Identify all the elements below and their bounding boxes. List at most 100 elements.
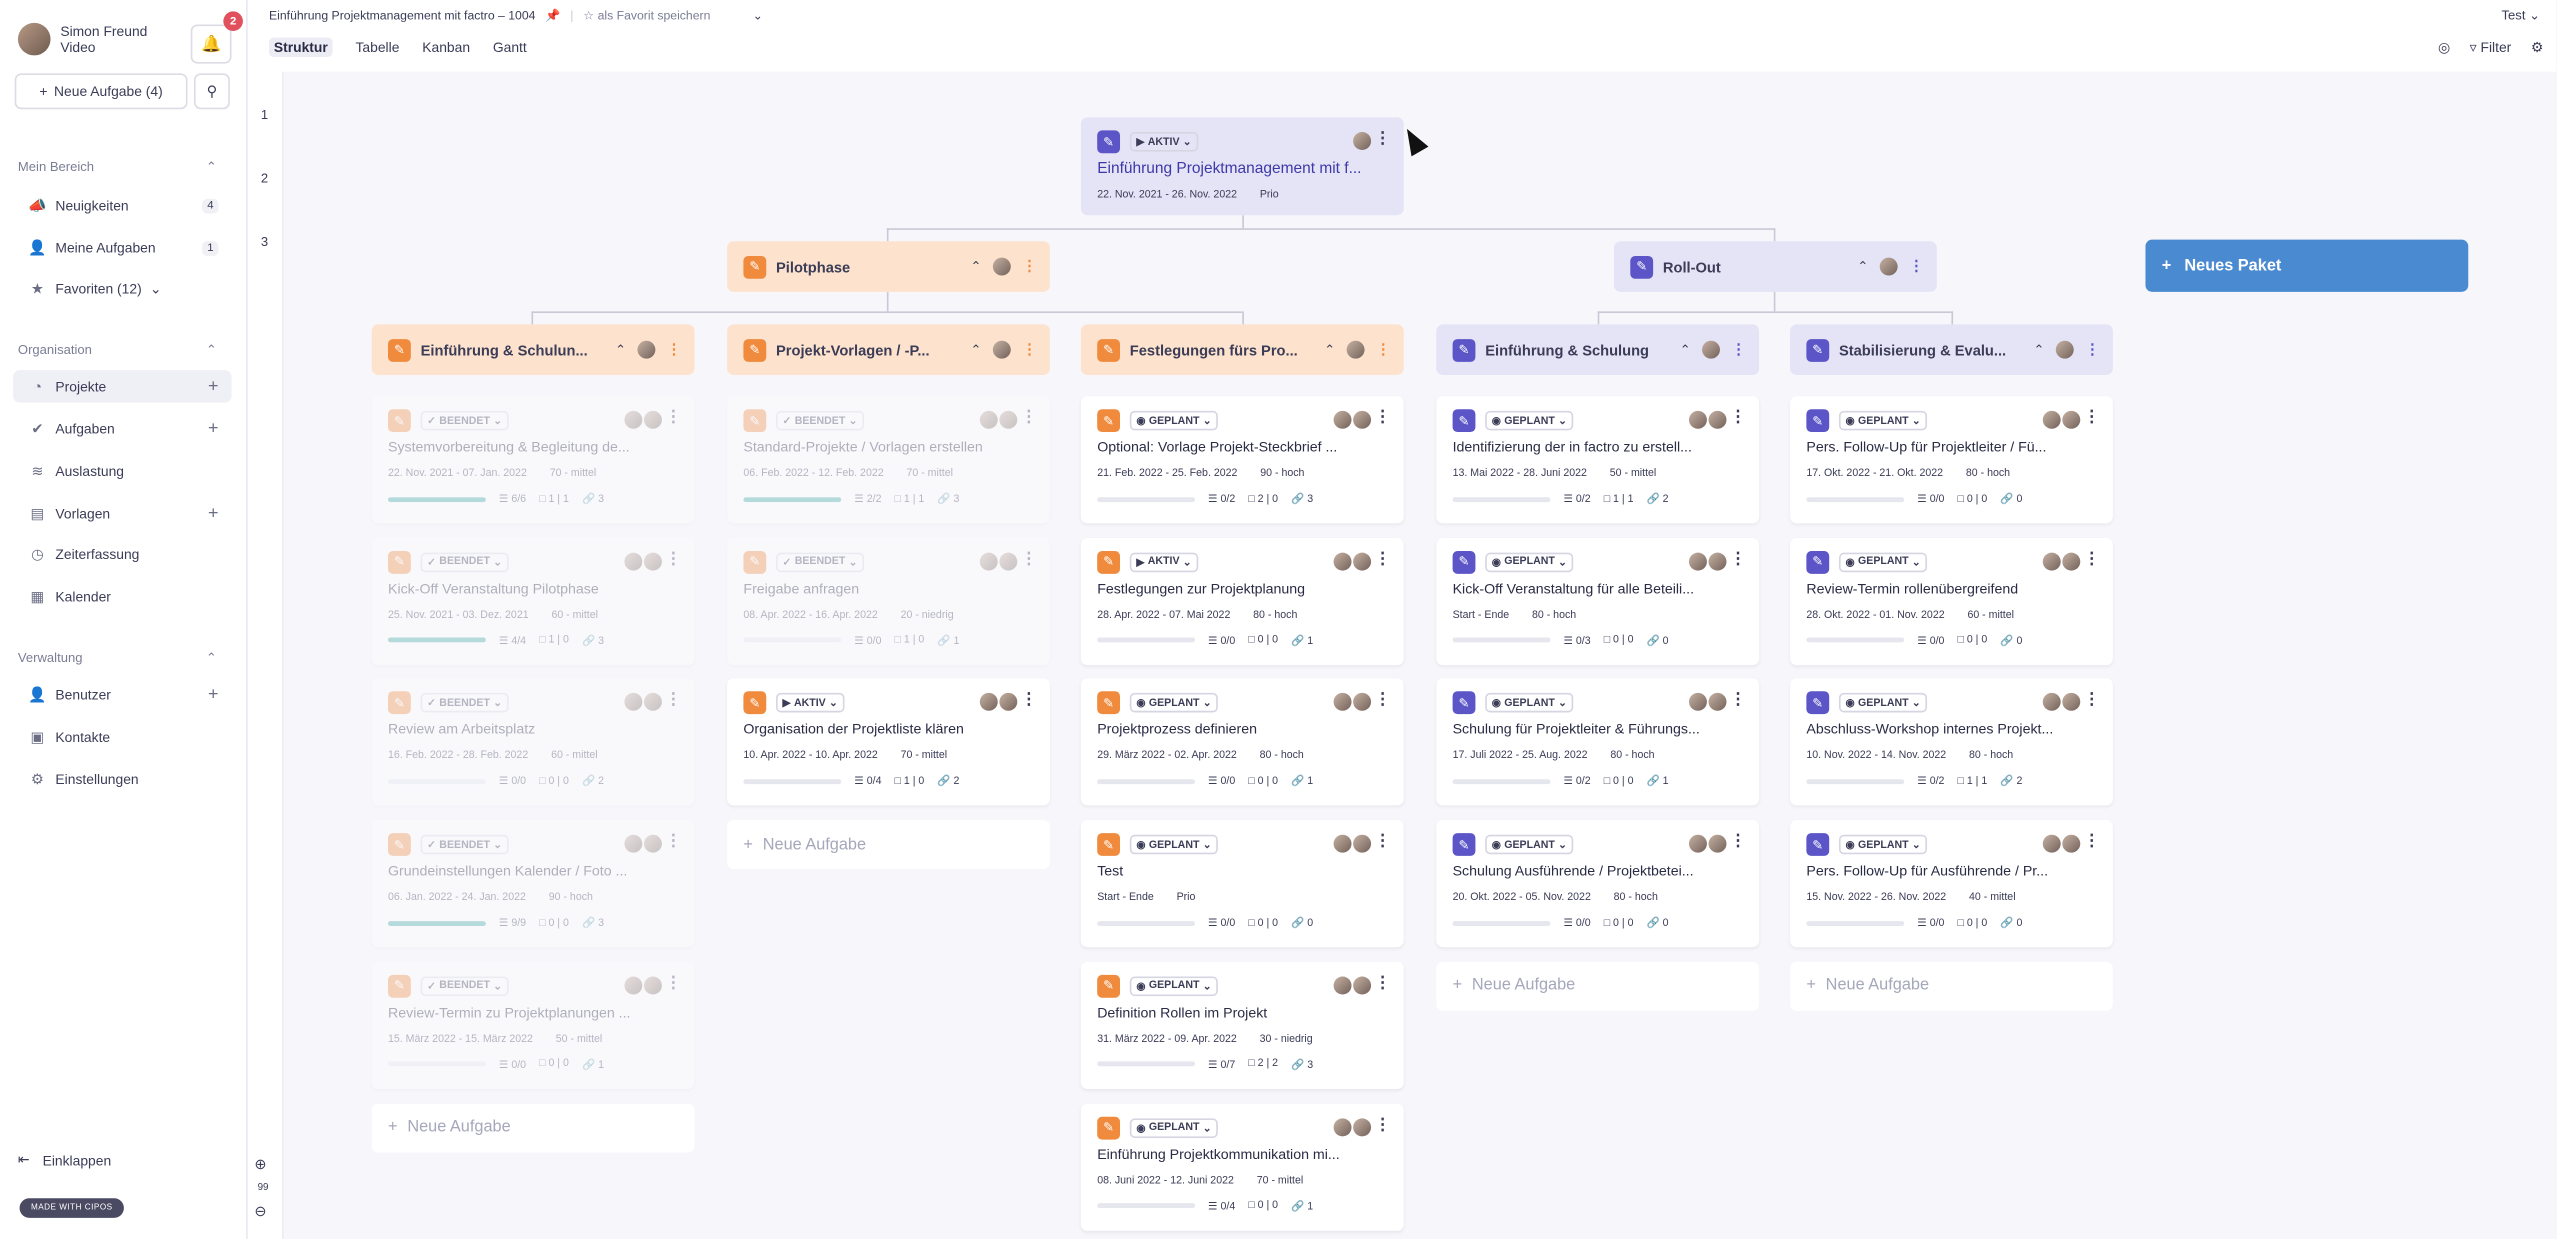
root-project-card[interactable]: ✎ ▶ AKTIV ⌄ ⋮ Einführung Projektmanageme… [1080, 117, 1404, 216]
pin-icon[interactable]: 📌 [545, 8, 560, 23]
pencil-icon[interactable]: ✎ [1806, 409, 1830, 433]
sidebar-item-neuigkeiten[interactable]: 📣 Neuigkeiten 4 [13, 189, 231, 222]
status-dropdown[interactable]: ▶ AKTIV ⌄ [776, 693, 845, 714]
settings-icon[interactable]: ⚙ [2531, 39, 2543, 57]
task-card[interactable]: ✎ ✓ BEENDET ⌄ ⋮ Grundeinstellungen Kalende… [371, 820, 695, 948]
subpackage-header[interactable]: ✎ Festlegungen fürs Pro... ⌃ ⋮ [1080, 324, 1404, 375]
more-icon[interactable]: ⋮ [665, 975, 681, 993]
task-card[interactable]: ✎ ◉ GEPLANT ⌄ ⋮ Review-Termin rollenübergr… [1790, 537, 2113, 665]
more-icon[interactable]: ⋮ [1374, 833, 1390, 851]
pencil-icon[interactable]: ✎ [1806, 833, 1830, 857]
new-task-button[interactable]: + Neue Aufgabe (4) [14, 73, 188, 110]
more-icon[interactable]: ⋮ [1021, 409, 1037, 427]
chevron-up-icon[interactable]: ⌃ [1324, 342, 1335, 357]
pencil-icon[interactable]: ✎ [388, 691, 411, 715]
pencil-icon[interactable]: ✎ [1452, 338, 1476, 362]
pencil-icon[interactable]: ✎ [1806, 691, 1830, 715]
status-dropdown[interactable]: ✓ BEENDET ⌄ [776, 552, 865, 572]
pencil-icon[interactable]: ✎ [743, 550, 767, 574]
add-icon[interactable]: + [208, 504, 218, 524]
more-icon[interactable]: ⋮ [1731, 341, 1746, 359]
pencil-icon[interactable]: ✎ [1452, 833, 1476, 857]
more-icon[interactable]: ⋮ [1909, 258, 1924, 276]
pencil-icon[interactable]: ✎ [388, 550, 411, 574]
more-icon[interactable]: ⋮ [667, 341, 682, 359]
status-dropdown[interactable]: ◉ GEPLANT ⌄ [1129, 976, 1219, 996]
more-icon[interactable]: ⋮ [1730, 692, 1746, 710]
sidebar-item-meine-aufgaben[interactable]: 👤 Meine Aufgaben 1 [13, 232, 231, 265]
task-card[interactable]: ✎ ▶ AKTIV ⌄ ⋮ Organisation der Projektlist… [727, 678, 1050, 807]
add-task-button[interactable]: + Neue Aufgabe [1790, 961, 2113, 1011]
pencil-icon[interactable]: ✎ [743, 691, 767, 715]
task-card[interactable]: ✎ ▶ AKTIV ⌄ ⋮ Festlegungen zur Projektplan… [1080, 537, 1404, 665]
tab-struktur[interactable]: Struktur [268, 37, 333, 58]
pencil-icon[interactable]: ✎ [388, 338, 411, 362]
more-icon[interactable]: ⋮ [2084, 692, 2100, 710]
status-dropdown[interactable]: ▶ AKTIV ⌄ [1129, 132, 1199, 152]
add-icon[interactable]: + [208, 685, 218, 705]
status-dropdown[interactable]: ▶ AKTIV ⌄ [1129, 552, 1199, 572]
collapse-button[interactable]: ⇤ Einklappen [18, 1151, 111, 1169]
pencil-icon[interactable]: ✎ [743, 255, 767, 278]
more-icon[interactable]: ⋮ [1374, 409, 1390, 427]
favorite-button[interactable]: ☆ als Favorit speichern [583, 8, 710, 23]
task-card[interactable]: ✎ ◉ GEPLANT ⌄ ⋮ Projektprozess definieren … [1080, 678, 1404, 807]
add-task-button[interactable]: + Neue Aufgabe [371, 1102, 695, 1152]
pencil-icon[interactable]: ✎ [1452, 550, 1476, 574]
pencil-icon[interactable]: ✎ [743, 409, 767, 433]
more-icon[interactable]: ⋮ [1374, 692, 1390, 710]
sidebar-item-kontakte[interactable]: ▣ Kontakte [13, 721, 231, 754]
sidebar-item-aufgaben[interactable]: ✔ Aufgaben + [13, 412, 231, 445]
sidebar-item-projekte[interactable]: ◔ Projekte + [13, 370, 232, 403]
sidebar-item-benutzer[interactable]: 👤 Benutzer + [13, 678, 231, 711]
subpackage-header[interactable]: ✎ Stabilisierung & Evalu... ⌃ ⋮ [1790, 324, 2113, 375]
more-icon[interactable]: ⋮ [665, 551, 681, 569]
pencil-icon[interactable]: ✎ [1452, 691, 1476, 715]
zoom-in-icon[interactable]: ⊕ [254, 1156, 266, 1174]
pencil-icon[interactable]: ✎ [1452, 409, 1476, 433]
status-dropdown[interactable]: ✓ BEENDET ⌄ [420, 834, 509, 855]
pencil-icon[interactable]: ✎ [1097, 833, 1121, 857]
subpackage-header[interactable]: ✎ Einführung & Schulung ⌃ ⋮ [1436, 324, 1760, 375]
task-card[interactable]: ✎ ✓ BEENDET ⌄ ⋮ Kick-Off Veranstaltung Pil… [371, 537, 695, 665]
more-icon[interactable]: ⋮ [2084, 409, 2100, 427]
filter-button[interactable]: ▿ Filter [2470, 39, 2512, 57]
chevron-up-icon[interactable]: ⌃ [1857, 259, 1868, 274]
add-task-button[interactable]: + Neue Aufgabe [1436, 961, 1760, 1011]
sidebar-item-zeiterfassung[interactable]: ◷ Zeiterfassung [13, 538, 231, 571]
account-menu[interactable]: Test ⌄ [2502, 8, 2540, 23]
status-dropdown[interactable]: ◉ GEPLANT ⌄ [1129, 410, 1219, 431]
chevron-up-icon[interactable]: ⌃ [615, 342, 626, 357]
more-icon[interactable]: ⋮ [2084, 833, 2100, 851]
chevron-up-icon[interactable]: ⌃ [1680, 342, 1691, 357]
more-icon[interactable]: ⋮ [1374, 975, 1390, 993]
tab-tabelle[interactable]: Tabelle [356, 37, 400, 57]
task-card[interactable]: ✎ ◉ GEPLANT ⌄ ⋮ Einführung Projektkommunik… [1080, 1102, 1404, 1231]
sidebar-item-favoriten[interactable]: ★ Favoriten (12) ⌄ [13, 272, 231, 305]
status-dropdown[interactable]: ◉ GEPLANT ⌄ [1838, 693, 1928, 714]
more-icon[interactable]: ⋮ [1730, 409, 1746, 427]
target-icon[interactable]: ◎ [2438, 39, 2450, 57]
status-dropdown[interactable]: ◉ GEPLANT ⌄ [1838, 552, 1928, 572]
task-card[interactable]: ✎ ✓ BEENDET ⌄ ⋮ Standard-Projekte / Vorlag… [727, 396, 1050, 524]
level-3[interactable]: 3 [261, 235, 268, 250]
more-icon[interactable]: ⋮ [1374, 551, 1390, 569]
level-1[interactable]: 1 [261, 108, 268, 123]
status-dropdown[interactable]: ✓ BEENDET ⌄ [776, 410, 865, 431]
chevron-up-icon[interactable]: ⌃ [2033, 342, 2044, 357]
section-organisation[interactable]: Organisation ⌃ [18, 342, 217, 357]
status-dropdown[interactable]: ◉ GEPLANT ⌄ [1129, 1117, 1219, 1138]
more-icon[interactable]: ⋮ [1374, 1116, 1390, 1134]
new-package-button[interactable]: + Neues Paket [2145, 239, 2469, 292]
more-icon[interactable]: ⋮ [1022, 341, 1037, 359]
search-icon[interactable]: ⚲ [194, 73, 230, 110]
pencil-icon[interactable]: ✎ [388, 833, 411, 857]
status-dropdown[interactable]: ◉ GEPLANT ⌄ [1485, 693, 1574, 714]
chevron-up-icon[interactable]: ⌃ [971, 259, 982, 274]
status-dropdown[interactable]: ◉ GEPLANT ⌄ [1129, 834, 1219, 855]
task-card[interactable]: ✎ ✓ BEENDET ⌄ ⋮ Review-Termin zu Projektpl… [371, 961, 695, 1089]
task-card[interactable]: ✎ ◉ GEPLANT ⌄ ⋮ Pers. Follow-Up für Projek… [1790, 396, 2113, 524]
package-rollout[interactable]: ✎ Roll-Out ⌃ ⋮ [1613, 241, 1937, 292]
more-icon[interactable]: ⋮ [1022, 258, 1037, 276]
task-card[interactable]: ✎ ✓ BEENDET ⌄ ⋮ Freigabe anfragen 08. Apr.… [727, 537, 1050, 665]
